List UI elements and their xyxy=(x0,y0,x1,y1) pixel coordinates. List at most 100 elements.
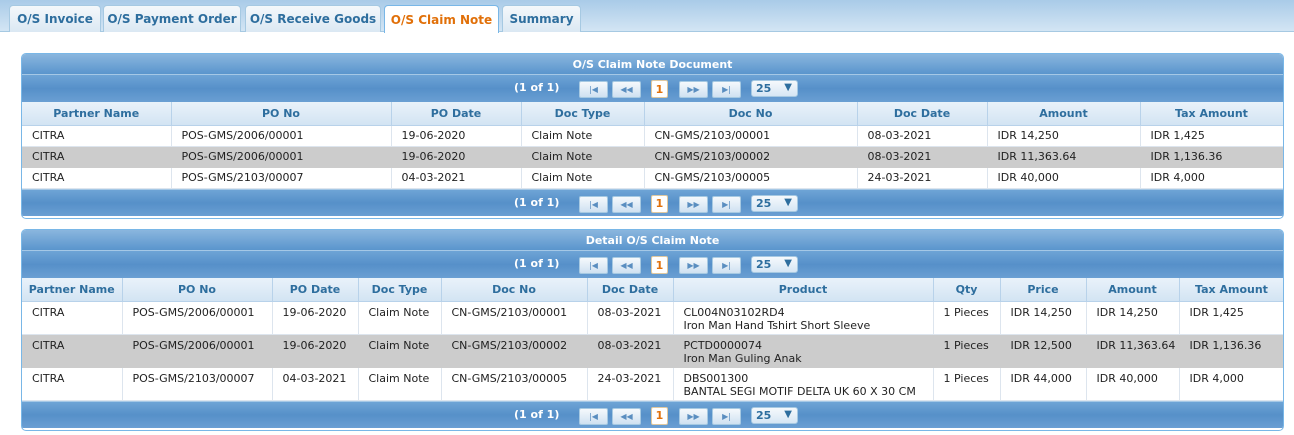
table-cell: POS-GMS/2006/00001 xyxy=(122,301,273,335)
column-header[interactable]: Doc Date xyxy=(587,278,674,302)
next-page-icon: ▶▶ xyxy=(687,199,700,209)
last-page-icon: ▶| xyxy=(722,199,731,209)
first-page-icon: |◀ xyxy=(589,261,598,270)
table-cell: CN-GMS/2103/00005 xyxy=(441,367,588,401)
table-cell: IDR 1,136.36 xyxy=(1140,146,1283,168)
column-header[interactable]: Doc Date xyxy=(857,102,988,126)
tab-os-claim-note[interactable]: O/S Claim Note xyxy=(384,5,499,33)
column-header[interactable]: Product xyxy=(673,278,934,302)
table-cell: 24-03-2021 xyxy=(587,367,674,401)
table-cell: 08-03-2021 xyxy=(587,301,674,335)
table-cell: CN-GMS/2103/00002 xyxy=(441,334,588,368)
page-size-select[interactable]: 25 ▼ xyxy=(751,194,798,212)
table-cell: IDR 12,500 xyxy=(1000,334,1087,368)
prev-page-button[interactable]: ◀◀ xyxy=(612,81,641,98)
page-size-select[interactable]: 25 ▼ xyxy=(751,80,798,97)
next-page-button[interactable]: ▶▶ xyxy=(679,81,708,98)
panel-title: O/S Claim Note Document xyxy=(22,54,1283,75)
current-page-button[interactable]: 1 xyxy=(651,256,668,274)
column-header[interactable]: Amount xyxy=(1086,278,1180,302)
top-pager: (1 of 1) |◀ ◀◀ 1 ▶▶ ▶| 25 ▼ xyxy=(22,75,1283,102)
table-cell: Claim Note xyxy=(358,367,442,401)
first-page-icon: |◀ xyxy=(589,199,598,209)
table-cell: Claim Note xyxy=(521,167,645,189)
table-cell: IDR 1,425 xyxy=(1179,301,1283,335)
page-count: (1 of 1) xyxy=(514,81,560,94)
column-header[interactable]: Partner Name xyxy=(22,102,172,126)
table-cell: 08-03-2021 xyxy=(857,125,988,147)
column-header[interactable]: Doc No xyxy=(644,102,858,126)
table-cell: 1 Pieces xyxy=(933,367,1001,401)
table-cell: 1 Pieces xyxy=(933,301,1001,335)
table-row[interactable]: CITRA POS-GMS/2006/00001 19-06-2020 Claim N… xyxy=(22,301,1283,335)
table-cell: IDR 40,000 xyxy=(1086,367,1180,401)
first-page-button[interactable]: |◀ xyxy=(579,407,608,425)
chevron-down-icon: ▼ xyxy=(784,196,792,208)
current-page-button[interactable]: 1 xyxy=(651,80,668,98)
last-page-button[interactable]: ▶| xyxy=(712,81,741,98)
table-cell: 19-06-2020 xyxy=(391,146,522,168)
table-cell: CN-GMS/2103/00005 xyxy=(644,167,858,189)
page-size-value: 25 xyxy=(756,196,772,210)
column-header[interactable]: PO No xyxy=(171,102,392,126)
column-header[interactable]: PO No xyxy=(122,278,273,302)
page-size-value: 25 xyxy=(756,82,772,95)
table-cell: Claim Note xyxy=(358,334,442,368)
table-row[interactable]: CITRA POS-GMS/2006/00001 19-06-2020 Claim N… xyxy=(22,146,1283,168)
first-page-button[interactable]: |◀ xyxy=(579,81,608,98)
prev-page-icon: ◀◀ xyxy=(620,199,633,209)
bottom-pager: (1 of 1) |◀ ◀◀ 1 ▶▶ ▶| 25 ▼ xyxy=(22,188,1283,216)
table-row[interactable]: CITRA POS-GMS/2006/00001 19-06-2020 Claim N… xyxy=(22,125,1283,147)
prev-page-button[interactable]: ◀◀ xyxy=(612,407,641,425)
table-cell: DBS001300 BANTAL SEGI MOTIF DELTA UK 60 X… xyxy=(673,367,934,401)
column-header[interactable]: Qty xyxy=(933,278,1001,302)
column-header[interactable]: Partner Name xyxy=(22,278,123,302)
table-cell: IDR 14,250 xyxy=(1000,301,1087,335)
column-header[interactable]: Doc Type xyxy=(521,102,645,126)
product-name: BANTAL SEGI MOTIF DELTA UK 60 X 30 CM xyxy=(683,384,916,398)
last-page-button[interactable]: ▶| xyxy=(712,407,741,425)
table-cell: 08-03-2021 xyxy=(857,146,988,168)
prev-page-button[interactable]: ◀◀ xyxy=(612,195,641,213)
product-code: PCTD0000074 xyxy=(683,338,763,352)
column-header[interactable]: Amount xyxy=(987,102,1141,126)
last-page-button[interactable]: ▶| xyxy=(712,195,741,213)
next-page-button[interactable]: ▶▶ xyxy=(679,407,708,425)
table-cell: IDR 4,000 xyxy=(1179,367,1283,401)
column-header[interactable]: PO Date xyxy=(272,278,359,302)
tab-os-receive-goods[interactable]: O/S Receive Goods xyxy=(245,5,381,32)
column-header[interactable]: Doc No xyxy=(441,278,588,302)
table-row[interactable]: CITRA POS-GMS/2006/00001 19-06-2020 Claim N… xyxy=(22,334,1283,368)
first-page-icon: |◀ xyxy=(589,411,598,421)
first-page-button[interactable]: |◀ xyxy=(579,257,608,274)
prev-page-button[interactable]: ◀◀ xyxy=(612,257,641,274)
next-page-icon: ▶▶ xyxy=(687,85,700,94)
column-header[interactable]: Doc Type xyxy=(358,278,442,302)
prev-page-icon: ◀◀ xyxy=(620,85,633,94)
next-page-button[interactable]: ▶▶ xyxy=(679,195,708,213)
table-cell: CITRA xyxy=(22,125,172,147)
first-page-button[interactable]: |◀ xyxy=(579,195,608,213)
prev-page-icon: ◀◀ xyxy=(620,411,633,421)
current-page-button[interactable]: 1 xyxy=(651,406,668,425)
column-header[interactable]: Tax Amount xyxy=(1179,278,1283,302)
panel-title: Detail O/S Claim Note xyxy=(22,230,1283,251)
next-page-icon: ▶▶ xyxy=(687,411,700,421)
detail-claim-note-panel: Detail O/S Claim Note (1 of 1) |◀ ◀◀ 1 ▶… xyxy=(21,229,1284,431)
prev-page-icon: ◀◀ xyxy=(620,261,633,270)
current-page-button[interactable]: 1 xyxy=(651,194,668,213)
tab-os-payment-order[interactable]: O/S Payment Order xyxy=(103,5,241,32)
product-name: Iron Man Guling Anak xyxy=(683,351,802,365)
last-page-button[interactable]: ▶| xyxy=(712,257,741,274)
table-row[interactable]: CITRA POS-GMS/2103/00007 04-03-2021 Claim N… xyxy=(22,367,1283,401)
next-page-button[interactable]: ▶▶ xyxy=(679,257,708,274)
tab-summary[interactable]: Summary xyxy=(502,5,581,32)
column-header[interactable]: Tax Amount xyxy=(1140,102,1283,126)
column-header[interactable]: PO Date xyxy=(391,102,522,126)
tab-os-invoice[interactable]: O/S Invoice xyxy=(9,5,101,32)
page-size-select[interactable]: 25 ▼ xyxy=(751,256,798,273)
table-row[interactable]: CITRA POS-GMS/2103/00007 04-03-2021 Claim N… xyxy=(22,167,1283,189)
column-header[interactable]: Price xyxy=(1000,278,1087,302)
table-cell: 19-06-2020 xyxy=(272,334,359,368)
page-size-select[interactable]: 25 ▼ xyxy=(751,406,798,424)
